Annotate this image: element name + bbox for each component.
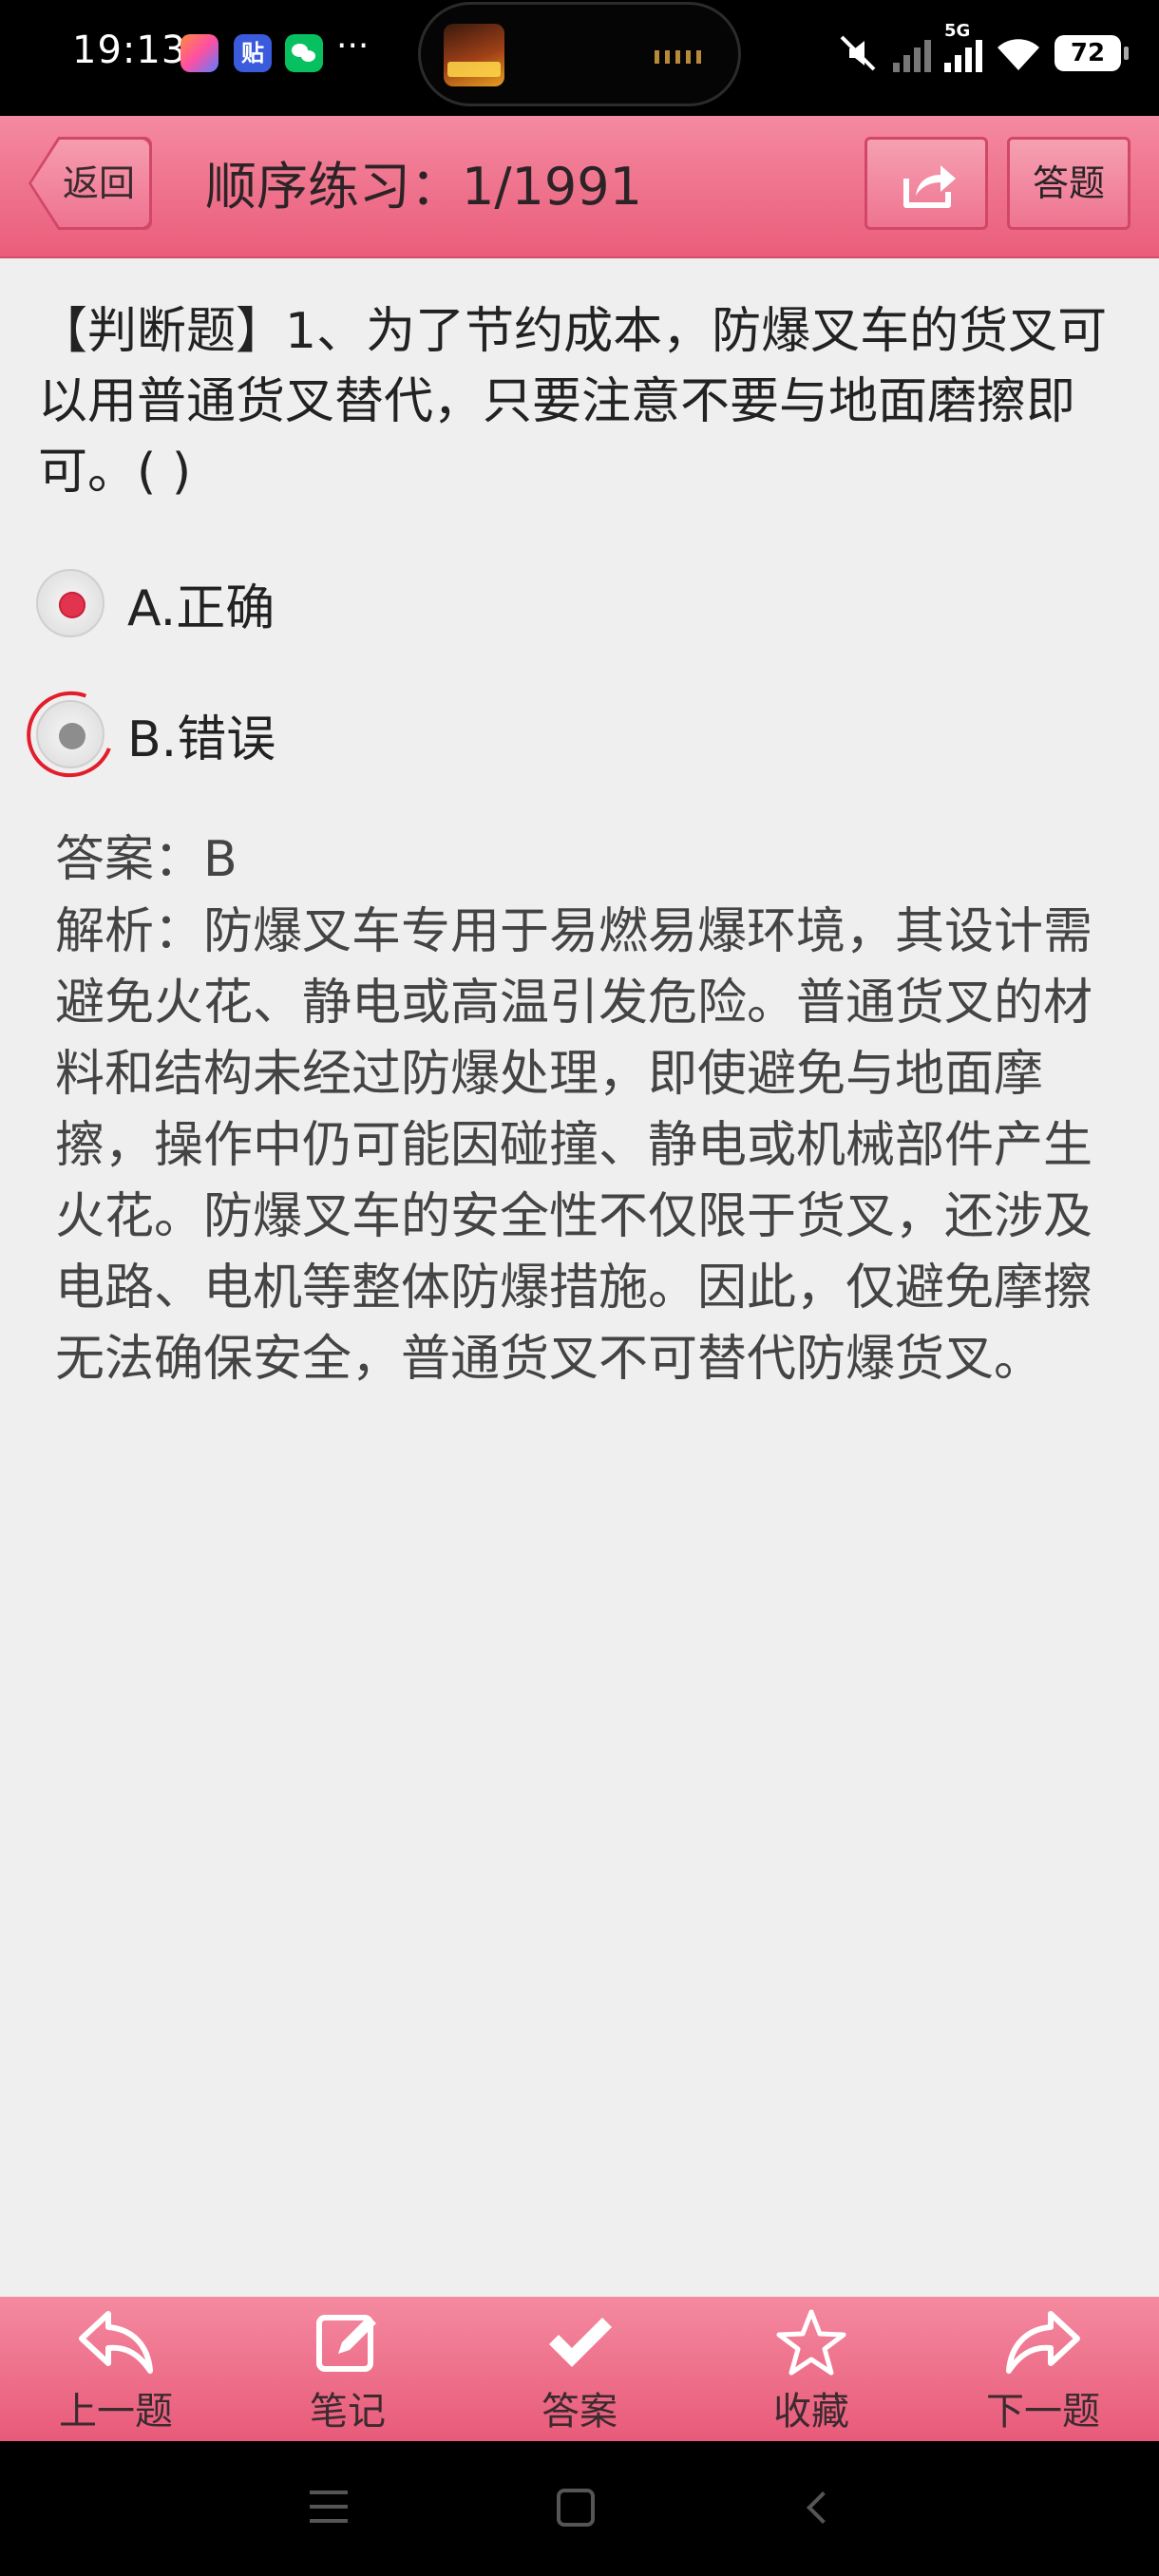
next-question-button[interactable]: 下一题	[927, 2297, 1159, 2441]
battery-indicator: 72	[1054, 35, 1129, 71]
dynamic-island[interactable]	[418, 2, 741, 106]
edit-note-icon	[316, 2315, 376, 2372]
question-text: 【判断题】1、为了节约成本，防爆叉车的货叉可以用普通货叉替代，只要注意不要与地面…	[38, 303, 1108, 501]
game-app-icon	[180, 34, 218, 72]
favorite-label: 收藏	[773, 2390, 849, 2434]
wechat-app-icon	[285, 34, 323, 72]
system-nav-bar	[0, 2441, 1159, 2576]
reply-arrow-icon	[79, 2311, 153, 2374]
back-nav-icon[interactable]	[807, 2491, 839, 2524]
favorite-button[interactable]: 收藏	[695, 2297, 927, 2441]
back-button[interactable]: 返回	[28, 137, 152, 230]
status-icons: 5G 72	[836, 21, 1129, 82]
back-button-label: 返回	[63, 162, 136, 204]
tieba-app-icon: 贴	[234, 34, 272, 72]
option-a-label: A.正确	[127, 579, 276, 637]
option-b-label: B.错误	[127, 710, 276, 768]
media-artwork-icon	[444, 24, 504, 86]
star-icon	[776, 2309, 846, 2376]
page-title: 顺序练习：1/1991	[205, 157, 642, 217]
sim2-signal-icon: 5G	[944, 21, 982, 72]
previous-question-label: 上一题	[59, 2390, 173, 2434]
bottom-toolbar: 上一题 笔记 答案 收藏 下一题	[0, 2297, 1159, 2441]
analysis-text: 解析：防爆叉车专用于易燃易爆环境，其设计需避免火花、静电或高温引发危险。普通货叉…	[55, 903, 1093, 1388]
app-header: 返回 顺序练习：1/1991 答题	[0, 116, 1159, 258]
option-a[interactable]: A.正确	[36, 568, 275, 638]
option-a-radio[interactable]	[36, 569, 104, 637]
sim1-signal-icon	[893, 34, 931, 72]
answer-text: 答案：B	[55, 831, 238, 888]
more-notifications-icon: ···	[336, 27, 370, 66]
network-type: 5G	[944, 21, 971, 41]
status-bar: 19:13 贴 ··· 5G 72	[0, 0, 1159, 116]
share-button[interactable]	[864, 137, 988, 230]
question-content: 【判断题】1、为了节约成本，防爆叉车的货叉可以用普通货叉替代，只要注意不要与地面…	[0, 258, 1159, 2297]
answer-sheet-button[interactable]: 答题	[1007, 137, 1130, 230]
status-time: 19:13	[72, 28, 187, 72]
previous-question-button[interactable]: 上一题	[0, 2297, 232, 2441]
recent-apps-icon[interactable]	[310, 2491, 348, 2523]
show-answer-label: 答案	[542, 2390, 618, 2434]
audio-wave-icon	[655, 50, 706, 64]
show-answer-button[interactable]: 答案	[464, 2297, 695, 2441]
notes-button[interactable]: 笔记	[232, 2297, 464, 2441]
next-question-label: 下一题	[986, 2390, 1100, 2434]
notes-label: 笔记	[310, 2390, 386, 2434]
checkmark-icon	[549, 2318, 612, 2367]
mute-icon	[840, 35, 876, 71]
forward-arrow-icon	[1006, 2311, 1080, 2374]
correct-answer-mark	[12, 677, 128, 791]
wifi-icon	[998, 39, 1039, 70]
home-icon[interactable]	[557, 2489, 595, 2527]
share-icon	[903, 165, 956, 208]
